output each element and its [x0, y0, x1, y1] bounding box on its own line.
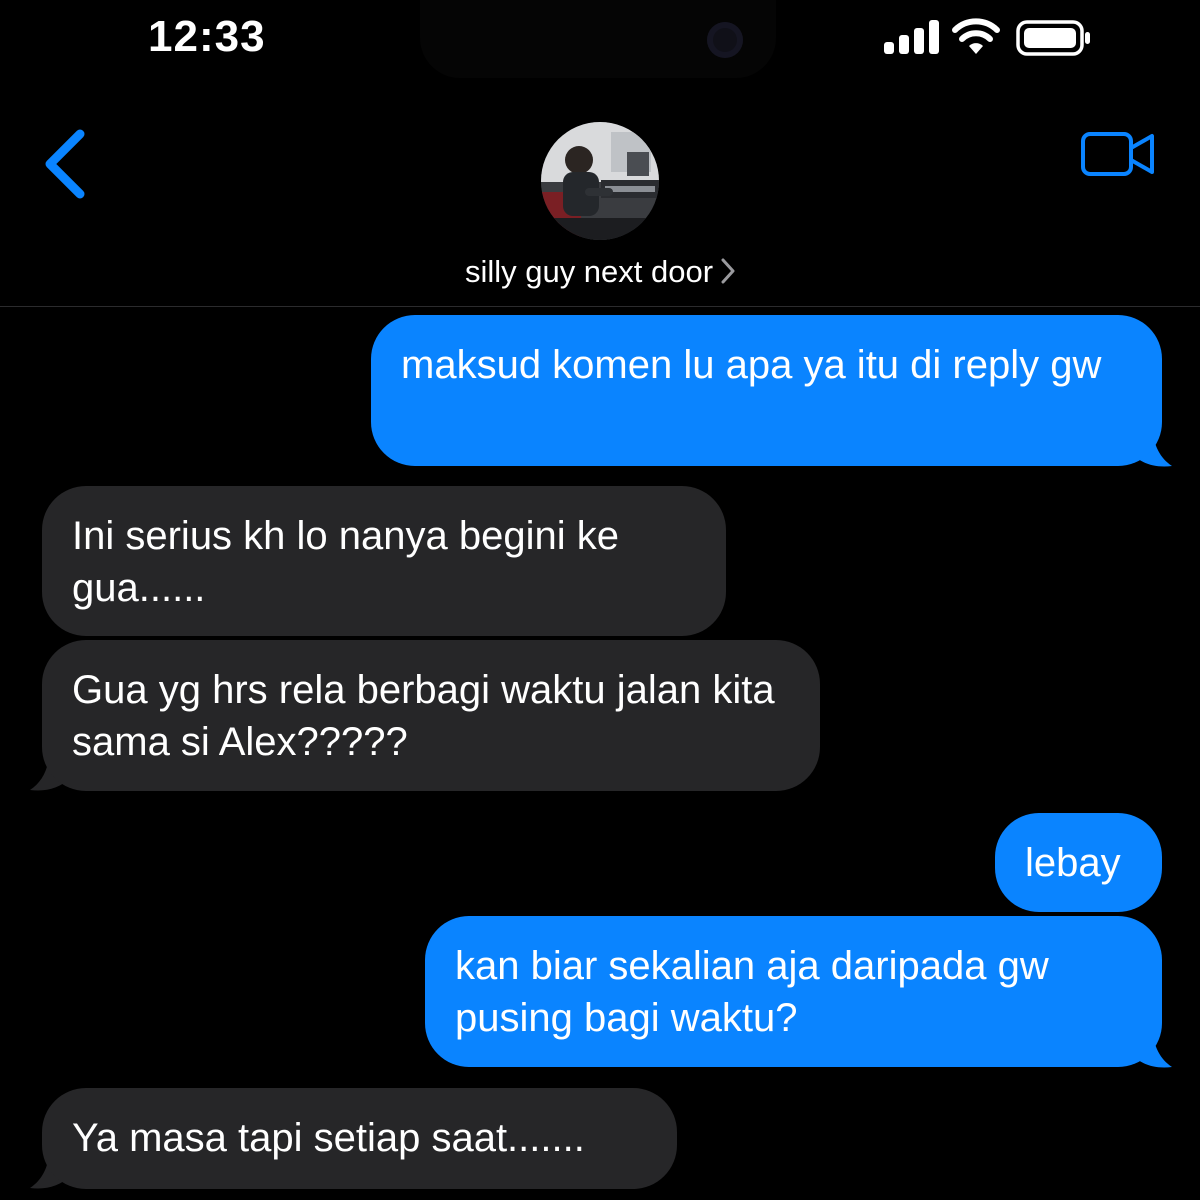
- avatar[interactable]: [541, 122, 659, 240]
- message-bubble-received[interactable]: Ya masa tapi setiap saat.......: [42, 1088, 677, 1189]
- chevron-left-icon[interactable]: [40, 128, 90, 200]
- video-camera-icon[interactable]: [1080, 130, 1156, 178]
- battery-icon: [1016, 20, 1090, 56]
- signal-icon: [884, 20, 939, 54]
- message-text: lebay: [1025, 841, 1121, 885]
- wifi-icon: [952, 18, 1000, 54]
- message-bubble-received[interactable]: Ini serius kh lo nanya begini ke gua....…: [42, 486, 726, 636]
- message-bubble-received[interactable]: Gua yg hrs rela berbagi waktu jalan kita…: [42, 640, 820, 791]
- message-text: Gua yg hrs rela berbagi waktu jalan kita…: [72, 668, 775, 764]
- message-text: Ini serius kh lo nanya begini ke gua....…: [72, 514, 619, 610]
- front-camera-icon: [707, 22, 743, 58]
- contact-name: silly guy next door: [464, 254, 714, 289]
- message-text: maksud komen lu apa ya itu di reply gw: [401, 343, 1102, 387]
- chevron-right-icon: [721, 258, 735, 284]
- contact-photo: [541, 122, 659, 240]
- message-bubble-sent[interactable]: lebay: [995, 813, 1162, 912]
- status-bar: 12:33: [0, 0, 1200, 80]
- contact-name-button[interactable]: silly guy next door: [0, 254, 1200, 290]
- conversation-header: silly guy next door: [0, 80, 1200, 307]
- message-text: Ya masa tapi setiap saat.......: [72, 1116, 585, 1160]
- message-bubble-sent[interactable]: maksud komen lu apa ya itu di reply gw: [371, 315, 1162, 466]
- message-text: kan biar sekalian aja daripada gw pusing…: [455, 944, 1049, 1040]
- status-time: 12:33: [148, 12, 266, 61]
- message-bubble-sent[interactable]: kan biar sekalian aja daripada gw pusing…: [425, 916, 1162, 1067]
